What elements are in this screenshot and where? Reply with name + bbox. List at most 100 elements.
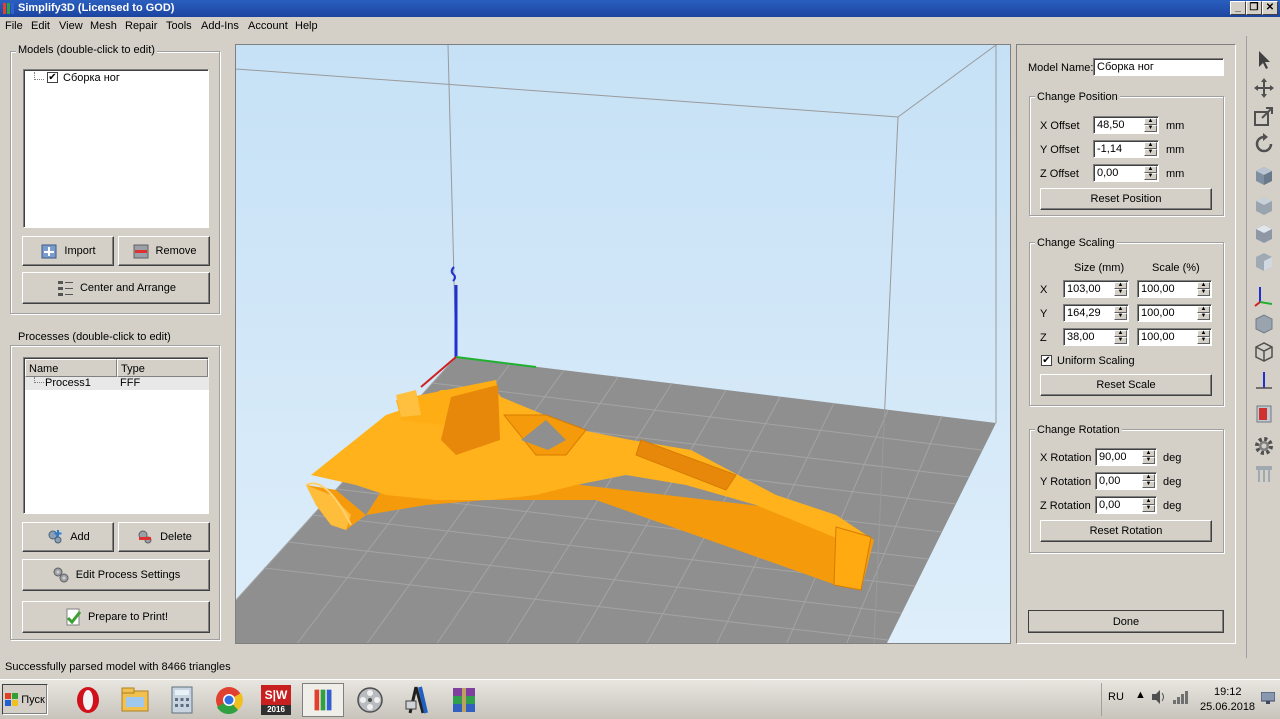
reset-scale-button[interactable]: Reset Scale [1040, 374, 1212, 396]
model-name-label: Model Name: [1028, 62, 1094, 74]
center-arrange-button[interactable]: Center and Arrange [22, 272, 210, 304]
table-row[interactable]: Process1 FFF [25, 377, 209, 390]
z-rotation-spinbox[interactable]: 0,00 ▲ ▼ [1095, 496, 1157, 514]
tray-expand-icon[interactable]: ▲ [1135, 689, 1146, 701]
z-offset-spinbox[interactable]: 0,00 ▲ ▼ [1093, 164, 1159, 182]
model-list-item[interactable]: Сборка ног [63, 72, 120, 84]
column-header-name-label: Name [29, 363, 59, 375]
solidworks-icon[interactable]: S|W 2016 [255, 683, 297, 717]
scale-y-spinbox[interactable]: 100,00 ▲ ▼ [1137, 304, 1212, 322]
move-icon[interactable] [1252, 76, 1276, 100]
clock-time[interactable]: 19:12 [1214, 686, 1242, 698]
spin-arrows[interactable]: ▲ ▼ [1197, 330, 1210, 344]
maximize-button[interactable]: ❐ [1246, 1, 1262, 15]
done-button[interactable]: Done [1028, 610, 1224, 633]
spin-arrows[interactable]: ▲ ▼ [1142, 474, 1155, 488]
process-name-cell: Process1 [45, 377, 91, 389]
scale-z-spinbox[interactable]: 100,00 ▲ ▼ [1137, 328, 1212, 346]
gears-add-icon [48, 530, 62, 544]
edit-process-settings-button[interactable]: Edit Process Settings [22, 559, 210, 591]
reset-position-button[interactable]: Reset Position [1040, 188, 1212, 210]
scale-icon[interactable] [1252, 104, 1276, 128]
settings-gear-icon[interactable] [1252, 434, 1276, 458]
view-top-icon[interactable] [1252, 222, 1276, 246]
spin-arrows[interactable]: ▲ ▼ [1142, 498, 1155, 512]
spin-arrows[interactable]: ▲ ▼ [1142, 450, 1155, 464]
x-rotation-spinbox[interactable]: 90,00 ▲ ▼ [1095, 448, 1157, 466]
viewport-canvas[interactable] [236, 45, 1011, 644]
language-indicator[interactable]: RU [1108, 691, 1124, 703]
film-reel-icon[interactable] [349, 683, 391, 717]
3d-viewport[interactable] [235, 44, 1011, 644]
models-list[interactable]: ✔ Сборка ног [23, 69, 209, 228]
winrar-icon[interactable] [443, 683, 485, 717]
model-visible-checkbox[interactable]: ✔ [47, 72, 58, 83]
axes-icon[interactable] [1252, 284, 1276, 308]
clock-date[interactable]: 25.06.2018 [1200, 701, 1255, 713]
uniform-scaling-checkbox[interactable]: ✔ [1041, 355, 1052, 366]
arrange-icon [57, 281, 73, 296]
show-desktop-icon[interactable] [1261, 692, 1275, 704]
model-name-input[interactable]: Сборка ног [1093, 58, 1224, 76]
network-signal-icon[interactable] [1172, 689, 1190, 705]
solid-view-icon[interactable] [1252, 312, 1276, 336]
tray-divider [1101, 683, 1102, 716]
spin-arrows[interactable]: ▲ ▼ [1144, 166, 1157, 180]
calculator-icon[interactable] [161, 683, 203, 717]
view-iso-icon[interactable] [1252, 164, 1276, 188]
size-y-spinbox[interactable]: 164,29 ▲ ▼ [1063, 304, 1129, 322]
simplify3d-taskbar-icon[interactable] [302, 683, 344, 717]
spin-arrows[interactable]: ▲ ▼ [1114, 306, 1127, 320]
size-z-spinbox[interactable]: 38,00 ▲ ▼ [1063, 328, 1129, 346]
processes-table[interactable]: Name Type Process1 FFF [23, 357, 209, 514]
spin-arrows[interactable]: ▲ ▼ [1144, 142, 1157, 156]
supports-icon[interactable] [1252, 462, 1276, 486]
normals-icon[interactable] [1252, 368, 1276, 392]
menu-mesh[interactable]: Mesh [90, 20, 117, 32]
menu-tools[interactable]: Tools [166, 20, 192, 32]
remove-button[interactable]: Remove [118, 236, 210, 266]
file-explorer-icon[interactable] [114, 683, 156, 717]
rotate-icon[interactable] [1252, 132, 1276, 156]
models-group-title: Models (double-click to edit) [16, 44, 157, 56]
select-cursor-icon[interactable] [1252, 48, 1276, 72]
import-button[interactable]: Import [22, 236, 114, 266]
size-header: Size (mm) [1074, 262, 1125, 274]
spin-arrows[interactable]: ▲ ▼ [1197, 306, 1210, 320]
compass-app-icon[interactable] [396, 683, 438, 717]
menu-edit[interactable]: Edit [31, 20, 50, 32]
cross-section-icon[interactable] [1252, 402, 1276, 426]
spin-arrows[interactable]: ▲ ▼ [1114, 330, 1127, 344]
reset-rotation-button[interactable]: Reset Rotation [1040, 520, 1212, 542]
column-header-name[interactable]: Name [25, 359, 117, 377]
chrome-icon[interactable] [208, 683, 250, 717]
delete-process-button[interactable]: Delete [118, 522, 210, 552]
add-process-button[interactable]: Add [22, 522, 114, 552]
spin-arrows[interactable]: ▲ ▼ [1144, 118, 1157, 132]
wireframe-view-icon[interactable] [1252, 340, 1276, 364]
size-x-spinbox[interactable]: 103,00 ▲ ▼ [1063, 280, 1129, 298]
close-button[interactable]: ✕ [1262, 1, 1278, 15]
tree-line [34, 72, 44, 80]
menu-account[interactable]: Account [248, 20, 288, 32]
menu-view[interactable]: View [59, 20, 83, 32]
column-header-type[interactable]: Type [117, 359, 208, 377]
spin-arrows[interactable]: ▲ ▼ [1114, 282, 1127, 296]
menu-add-ins[interactable]: Add-Ins [201, 20, 239, 32]
y-rotation-spinbox[interactable]: 0,00 ▲ ▼ [1095, 472, 1157, 490]
scale-x-spinbox[interactable]: 100,00 ▲ ▼ [1137, 280, 1212, 298]
x-offset-spinbox[interactable]: 48,50 ▲ ▼ [1093, 116, 1159, 134]
spin-arrows[interactable]: ▲ ▼ [1197, 282, 1210, 296]
menu-file[interactable]: File [5, 20, 23, 32]
menu-repair[interactable]: Repair [125, 20, 157, 32]
prepare-to-print-button[interactable]: Prepare to Print! [22, 601, 210, 633]
y-offset-label: Y Offset [1040, 144, 1080, 156]
minimize-button[interactable]: _ [1230, 1, 1246, 15]
start-button[interactable]: Пуск [2, 684, 48, 715]
opera-icon[interactable] [67, 683, 109, 717]
volume-icon[interactable] [1150, 689, 1168, 705]
y-offset-spinbox[interactable]: -1,14 ▲ ▼ [1093, 140, 1159, 158]
view-side-icon[interactable] [1252, 250, 1276, 274]
menu-help[interactable]: Help [295, 20, 318, 32]
view-front-icon[interactable] [1252, 194, 1276, 218]
